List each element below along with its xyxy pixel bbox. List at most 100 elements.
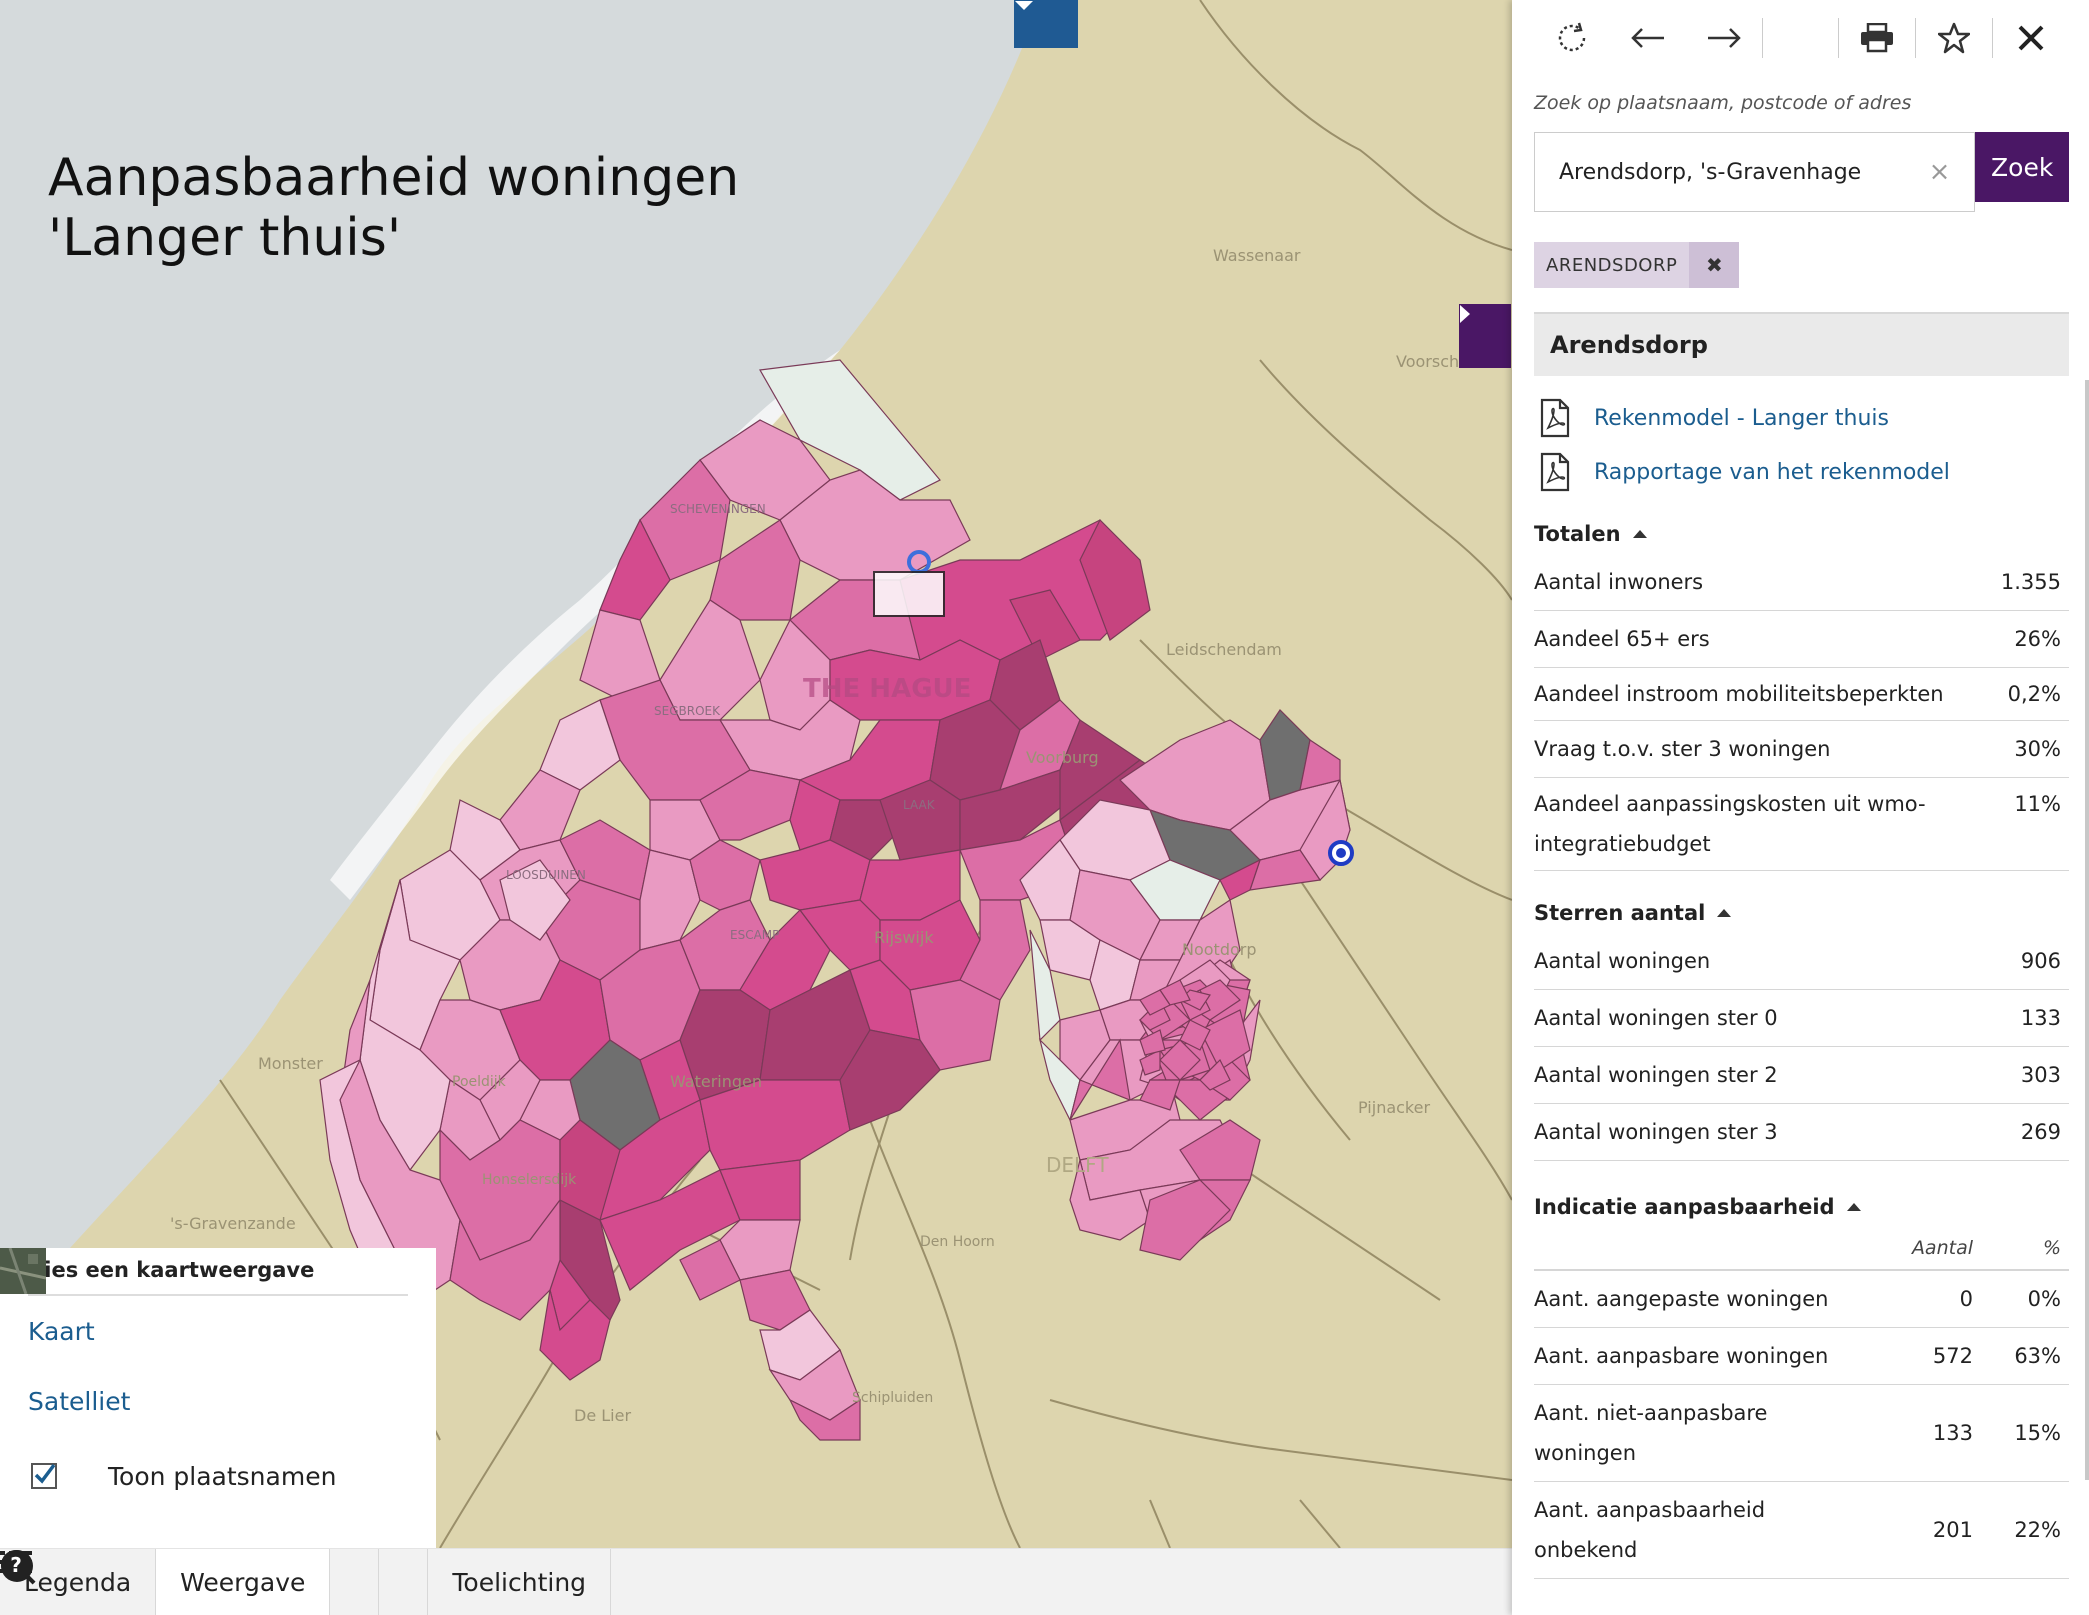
close-button[interactable]	[1993, 0, 2069, 76]
panel-toolbar	[1534, 0, 2069, 76]
search-button[interactable]: Zoek	[1975, 132, 2069, 202]
help-icon: ?	[1, 1550, 31, 1580]
row-count: 0	[1959, 1287, 1973, 1311]
place-label: Leidschendam	[1166, 640, 1282, 659]
weergave-button[interactable]: Weergave	[1, 1548, 331, 1615]
place-label: Den Hoorn	[920, 1234, 995, 1250]
collapse-icon	[1846, 1203, 1861, 1211]
dropdown-toggle-button[interactable]	[1014, 0, 1078, 48]
arrow-right-icon	[1708, 28, 1742, 48]
refresh-button[interactable]	[1534, 0, 1610, 76]
close-icon	[2018, 25, 2044, 51]
indicatie-column-headers: Aantal %	[1534, 1227, 2069, 1271]
link-rapportage[interactable]: Rapportage van het rekenmodel	[1540, 452, 2069, 492]
row-value: 11%	[2014, 792, 2061, 816]
map-title: Aanpasbaarheid woningen 'Langer thuis'	[48, 148, 739, 268]
remove-chip-icon[interactable]: ✖	[1689, 242, 1740, 288]
row-value: 303	[2020, 1063, 2061, 1087]
section-sterren-toggle[interactable]: Sterren aantal	[1534, 901, 2069, 925]
row-value: 133	[2020, 1006, 2061, 1030]
row-label: Aantal woningen ster 3	[1534, 1120, 1778, 1144]
clear-search-icon[interactable]: ×	[1929, 157, 1951, 187]
section-totalen-toggle[interactable]: Totalen	[1534, 522, 2069, 546]
row-label: Aant. aanpasbaarheid onbekend	[1534, 1498, 1766, 1562]
place-label: Schipluiden	[852, 1390, 934, 1406]
place-label: Poeldijk	[452, 1074, 506, 1090]
selected-block	[873, 571, 945, 617]
view-option-label[interactable]: Kaart	[28, 1317, 95, 1346]
view-option-kaart[interactable]: Kaart	[0, 1248, 408, 1366]
row-value: 269	[2020, 1120, 2061, 1144]
caret-right-icon	[1460, 305, 1470, 323]
section-heading: Totalen	[1534, 522, 1621, 546]
map-canvas[interactable]: THE HAGUE Wassenaar Voorschoten Leidsche…	[0, 0, 1512, 1615]
show-placenames-toggle[interactable]: Toon plaatsnamen	[28, 1436, 408, 1516]
zoom-out-button[interactable]	[1, 1548, 429, 1615]
arendsdorp-marker	[1328, 840, 1354, 866]
info-panel: Zoek op plaatsnaam, postcode of adres Ar…	[1512, 0, 2089, 1615]
place-label: LAAK	[903, 798, 935, 812]
table-row: Aantal woningen ster 3 269	[1534, 1104, 2069, 1161]
table-row: Aandeel aanpassingskosten uit wmo-integr…	[1534, 778, 2069, 871]
link-label[interactable]: Rekenmodel - Langer thuis	[1594, 406, 1889, 431]
chevron-down-icon	[1015, 1, 1033, 10]
zoom-in-button[interactable]	[1, 1548, 380, 1615]
place-label: De Lier	[574, 1406, 632, 1425]
place-label: Monster	[258, 1054, 323, 1073]
row-label: Aantal inwoners	[1534, 570, 1704, 594]
map-title-line: Aanpasbaarheid woningen	[48, 148, 740, 208]
table-row: Aant. aanpasbaarheid onbekend 201 22%	[1534, 1482, 2069, 1579]
view-option-label[interactable]: Satelliet	[28, 1387, 130, 1416]
toelichting-label: Toelichting	[452, 1567, 587, 1597]
print-button[interactable]	[1839, 0, 1915, 76]
table-row: Aantal woningen 906	[1534, 933, 2069, 990]
forward-button[interactable]	[1686, 0, 1762, 76]
row-label: Aantal woningen ster 2	[1534, 1063, 1778, 1087]
pdf-icon	[1540, 452, 1570, 492]
section-heading: Indicatie aanpasbaarheid	[1534, 1195, 1835, 1219]
checkmark-icon	[34, 1463, 56, 1484]
row-value: 906	[2020, 949, 2061, 973]
table-row: Vraag t.o.v. ster 3 woningen 30%	[1534, 721, 2069, 778]
row-percent: 15%	[2014, 1421, 2061, 1445]
place-label: LOOSDUINEN	[506, 868, 586, 882]
back-button[interactable]	[1610, 0, 1686, 76]
area-title: Arendsdorp	[1534, 312, 2069, 376]
refresh-icon	[1558, 22, 1586, 52]
table-row: Aantal woningen ster 0 133	[1534, 990, 2069, 1047]
chip-label: ARENDSDORP	[1546, 254, 1678, 276]
view-option-satelliet[interactable]: Satelliet	[0, 1248, 408, 1436]
row-label: Aant. niet-aanpasbare woningen	[1534, 1401, 1768, 1465]
favorite-button[interactable]	[1916, 0, 1992, 76]
placenames-label: Toon plaatsnamen	[108, 1461, 337, 1491]
table-row: Aandeel instroom mobiliteitsbeperkten 0,2…	[1534, 668, 2069, 721]
section-indicatie-toggle[interactable]: Indicatie aanpasbaarheid	[1534, 1195, 2069, 1219]
table-row: Aant. niet-aanpasbare woningen 133 15%	[1534, 1385, 2069, 1482]
sterren-table: Aantal woningen 906 Aantal woningen ster …	[1534, 933, 2069, 1161]
place-label: SCHEVENINGEN	[670, 502, 766, 516]
weergave-label: Weergave	[180, 1567, 306, 1597]
placenames-checkbox[interactable]	[31, 1463, 57, 1489]
place-label: Wateringen	[670, 1072, 763, 1091]
column-header: %	[2042, 1237, 2061, 1259]
toelichting-button[interactable]: ? Toelichting	[1, 1548, 612, 1615]
search-label: Zoek op plaatsnaam, postcode of adres	[1534, 92, 1912, 114]
section-heading: Sterren aantal	[1534, 901, 1706, 925]
totalen-table: Aantal inwoners 1.355 Aandeel 65+ ers 26% …	[1534, 554, 2069, 871]
arrow-left-icon	[1631, 28, 1665, 48]
search-value[interactable]: Arendsdorp, 's-Gravenhage	[1559, 160, 1861, 185]
search-input[interactable]: Arendsdorp, 's-Gravenhage ×	[1534, 132, 1976, 212]
link-label[interactable]: Rapportage van het rekenmodel	[1594, 460, 1950, 485]
row-value: 30%	[2014, 737, 2061, 761]
row-percent: 22%	[2014, 1518, 2061, 1542]
row-value: 26%	[2014, 627, 2061, 651]
link-rekenmodel[interactable]: Rekenmodel - Langer thuis	[1540, 398, 2069, 438]
row-label: Aandeel 65+ ers	[1534, 627, 1710, 651]
panel-scrollbar[interactable]	[2085, 380, 2089, 1480]
panel-collapse-button[interactable]	[1459, 304, 1511, 368]
place-label: 's-Gravenzande	[170, 1214, 296, 1233]
row-count: 201	[1932, 1518, 1973, 1542]
place-label: Rijswijk	[874, 928, 934, 947]
table-row: Aant. aangepaste woningen 0 0%	[1534, 1271, 2069, 1328]
empty-slot	[1763, 0, 1837, 76]
